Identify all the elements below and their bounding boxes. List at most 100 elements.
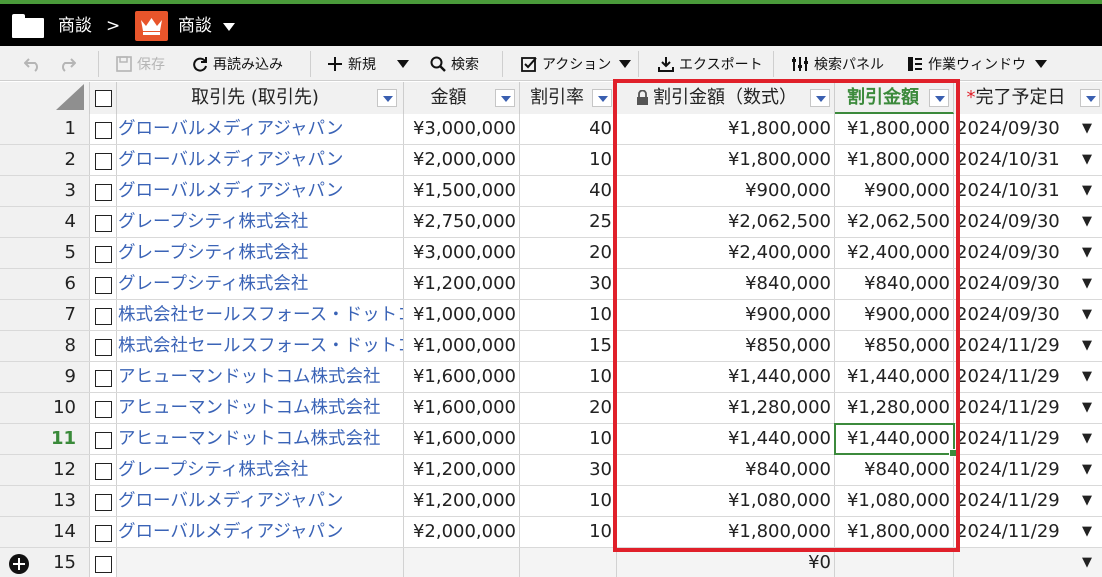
table-row[interactable]: 6 グレープシティ株式会社 ¥1,200,000 30 ¥840,000 ¥840,000… xyxy=(0,269,1102,300)
cell-rate[interactable]: 30 xyxy=(520,455,617,485)
undo-button[interactable] xyxy=(24,46,42,81)
dropdown-arrow-icon[interactable]: ▼ xyxy=(1082,424,1092,454)
dropdown-arrow-icon[interactable]: ▼ xyxy=(1082,300,1092,330)
row-checkbox-cell[interactable] xyxy=(90,455,117,485)
folder-icon[interactable] xyxy=(12,14,44,38)
column-filter-button[interactable] xyxy=(495,89,515,107)
row-number[interactable]: 9 xyxy=(0,362,90,392)
cell-amount[interactable]: ¥1,600,000 xyxy=(404,393,520,423)
dropdown-arrow-icon[interactable]: ▼ xyxy=(1082,362,1092,392)
cell-discount[interactable]: ¥1,800,000 xyxy=(835,145,954,175)
cell-close-date[interactable]: 2024/10/31 ▼ xyxy=(954,145,1102,175)
cell-amount[interactable]: ¥1,200,000 xyxy=(404,455,520,485)
cell-account-link[interactable]: グローバルメディアジャパン xyxy=(117,486,404,516)
cell-close-date[interactable]: 2024/11/29 ▼ xyxy=(954,486,1102,516)
cell-account-link[interactable]: グローバルメディアジャパン xyxy=(117,517,404,547)
row-number[interactable]: 1 xyxy=(0,114,90,144)
table-row[interactable]: 10 アヒューマンドットコム株式会社 ¥1,600,000 20 ¥1,280,000 ¥… xyxy=(0,393,1102,424)
row-checkbox-cell[interactable] xyxy=(90,362,117,392)
column-header-discount-formula[interactable]: 割引金額（数式） xyxy=(617,82,835,114)
row-checkbox[interactable] xyxy=(95,494,112,511)
table-row[interactable]: 4 グレープシティ株式会社 ¥2,750,000 25 ¥2,062,500 ¥2,062… xyxy=(0,207,1102,238)
cell-discount[interactable]: ¥1,440,000 xyxy=(835,362,954,392)
table-row[interactable]: 14 グローバルメディアジャパン ¥2,000,000 10 ¥1,800,000 ¥1,… xyxy=(0,517,1102,548)
row-number[interactable]: 3 xyxy=(0,176,90,206)
cell-account-link[interactable]: アヒューマンドットコム株式会社 xyxy=(117,362,404,392)
row-number[interactable]: 14 xyxy=(0,517,90,547)
row-checkbox-cell[interactable] xyxy=(90,300,117,330)
row-checkbox-cell[interactable] xyxy=(90,145,117,175)
table-row[interactable]: 5 グレープシティ株式会社 ¥3,000,000 20 ¥2,400,000 ¥2,400… xyxy=(0,238,1102,269)
column-filter-button[interactable] xyxy=(1080,89,1100,107)
cell-close-date[interactable]: 2024/11/29 ▼ xyxy=(954,393,1102,423)
header-checkbox[interactable] xyxy=(95,90,112,107)
row-checkbox[interactable] xyxy=(95,525,112,542)
cell-rate[interactable]: 15 xyxy=(520,331,617,361)
row-checkbox[interactable] xyxy=(95,401,112,418)
row-checkbox-cell[interactable] xyxy=(90,393,117,423)
cell-rate[interactable]: 20 xyxy=(520,238,617,268)
row-checkbox[interactable] xyxy=(95,308,112,325)
cell-amount[interactable]: ¥3,000,000 xyxy=(404,114,520,144)
cell-amount[interactable]: ¥1,500,000 xyxy=(404,176,520,206)
app-label[interactable]: 商談 xyxy=(178,15,212,37)
cell-close-date[interactable]: 2024/11/29 ▼ xyxy=(954,517,1102,547)
cell-discount[interactable]: ¥1,080,000 xyxy=(835,486,954,516)
cell-amount[interactable]: ¥1,000,000 xyxy=(404,300,520,330)
redo-button[interactable] xyxy=(58,46,76,81)
cell-close-date[interactable]: 2024/11/29 ▼ xyxy=(954,362,1102,392)
row-checkbox-cell[interactable] xyxy=(90,269,117,299)
row-checkbox[interactable] xyxy=(95,556,112,573)
cell-account-link[interactable]: 株式会社セールスフォース・ドットコム xyxy=(117,331,404,361)
cell-rate[interactable]: 40 xyxy=(520,176,617,206)
work-window-button[interactable]: 作業ウィンドウ xyxy=(907,46,1026,81)
cell-account-link[interactable]: グローバルメディアジャパン xyxy=(117,114,404,144)
cell-discount[interactable]: ¥1,800,000 xyxy=(835,517,954,547)
table-row[interactable]: 13 グローバルメディアジャパン ¥1,200,000 10 ¥1,080,000 ¥1,… xyxy=(0,486,1102,517)
cell-close-date[interactable]: 2024/09/30 ▼ xyxy=(954,300,1102,330)
cell-rate[interactable]: 10 xyxy=(520,362,617,392)
row-number[interactable]: 13 xyxy=(0,486,90,516)
cell-rate[interactable]: 10 xyxy=(520,517,617,547)
row-checkbox-cell[interactable] xyxy=(90,517,117,547)
cell-amount[interactable] xyxy=(404,548,520,577)
cell-close-date[interactable]: 2024/11/29 ▼ xyxy=(954,424,1102,454)
cell-discount[interactable]: ¥2,400,000 xyxy=(835,238,954,268)
new-row[interactable]: 15 ¥0 ▼ xyxy=(0,548,1102,577)
row-checkbox-cell[interactable] xyxy=(90,548,117,577)
table-row[interactable]: 2 グローバルメディアジャパン ¥2,000,000 10 ¥1,800,000 ¥1,8… xyxy=(0,145,1102,176)
row-checkbox[interactable] xyxy=(95,370,112,387)
search-panel-button[interactable]: 検索パネル xyxy=(792,46,884,81)
select-all-corner[interactable] xyxy=(0,82,90,114)
cell-rate[interactable]: 10 xyxy=(520,424,617,454)
table-row[interactable]: 11 アヒューマンドットコム株式会社 ¥1,600,000 10 ¥1,440,000 ¥… xyxy=(0,424,1102,455)
row-checkbox[interactable] xyxy=(95,122,112,139)
cell-discount[interactable]: ¥1,280,000 xyxy=(835,393,954,423)
row-checkbox-cell[interactable] xyxy=(90,331,117,361)
save-button[interactable]: 保存 xyxy=(116,46,165,81)
cell-account-link[interactable] xyxy=(117,548,404,577)
cell-amount[interactable]: ¥2,000,000 xyxy=(404,517,520,547)
cell-discount[interactable]: ¥840,000 xyxy=(835,269,954,299)
column-filter-button[interactable] xyxy=(929,89,949,107)
cell-account-link[interactable]: グローバルメディアジャパン xyxy=(117,145,404,175)
chevron-down-icon[interactable] xyxy=(223,23,235,31)
column-header-discount[interactable]: 割引金額 xyxy=(835,82,954,114)
action-button[interactable]: アクション xyxy=(521,46,632,81)
row-number[interactable]: 7 xyxy=(0,300,90,330)
dropdown-arrow-icon[interactable]: ▼ xyxy=(1082,114,1092,144)
work-window-dropdown-button[interactable] xyxy=(1035,46,1047,81)
column-filter-button[interactable] xyxy=(377,89,397,107)
dropdown-arrow-icon[interactable]: ▼ xyxy=(1082,331,1092,361)
cell-close-date[interactable]: 2024/09/30 ▼ xyxy=(954,238,1102,268)
row-checkbox[interactable] xyxy=(95,277,112,294)
dropdown-arrow-icon[interactable]: ▼ xyxy=(1082,269,1092,299)
table-row[interactable]: 9 アヒューマンドットコム株式会社 ¥1,600,000 10 ¥1,440,000 ¥1… xyxy=(0,362,1102,393)
table-row[interactable]: 1 グローバルメディアジャパン ¥3,000,000 40 ¥1,800,000 ¥1,8… xyxy=(0,114,1102,145)
folder-label[interactable]: 商談 xyxy=(58,15,92,37)
cell-discount[interactable]: ¥900,000 xyxy=(835,176,954,206)
header-checkbox-cell[interactable] xyxy=(90,82,117,114)
export-button[interactable]: エクスポート xyxy=(658,46,763,81)
row-checkbox-cell[interactable] xyxy=(90,207,117,237)
cell-discount[interactable]: ¥1,800,000 xyxy=(835,114,954,144)
